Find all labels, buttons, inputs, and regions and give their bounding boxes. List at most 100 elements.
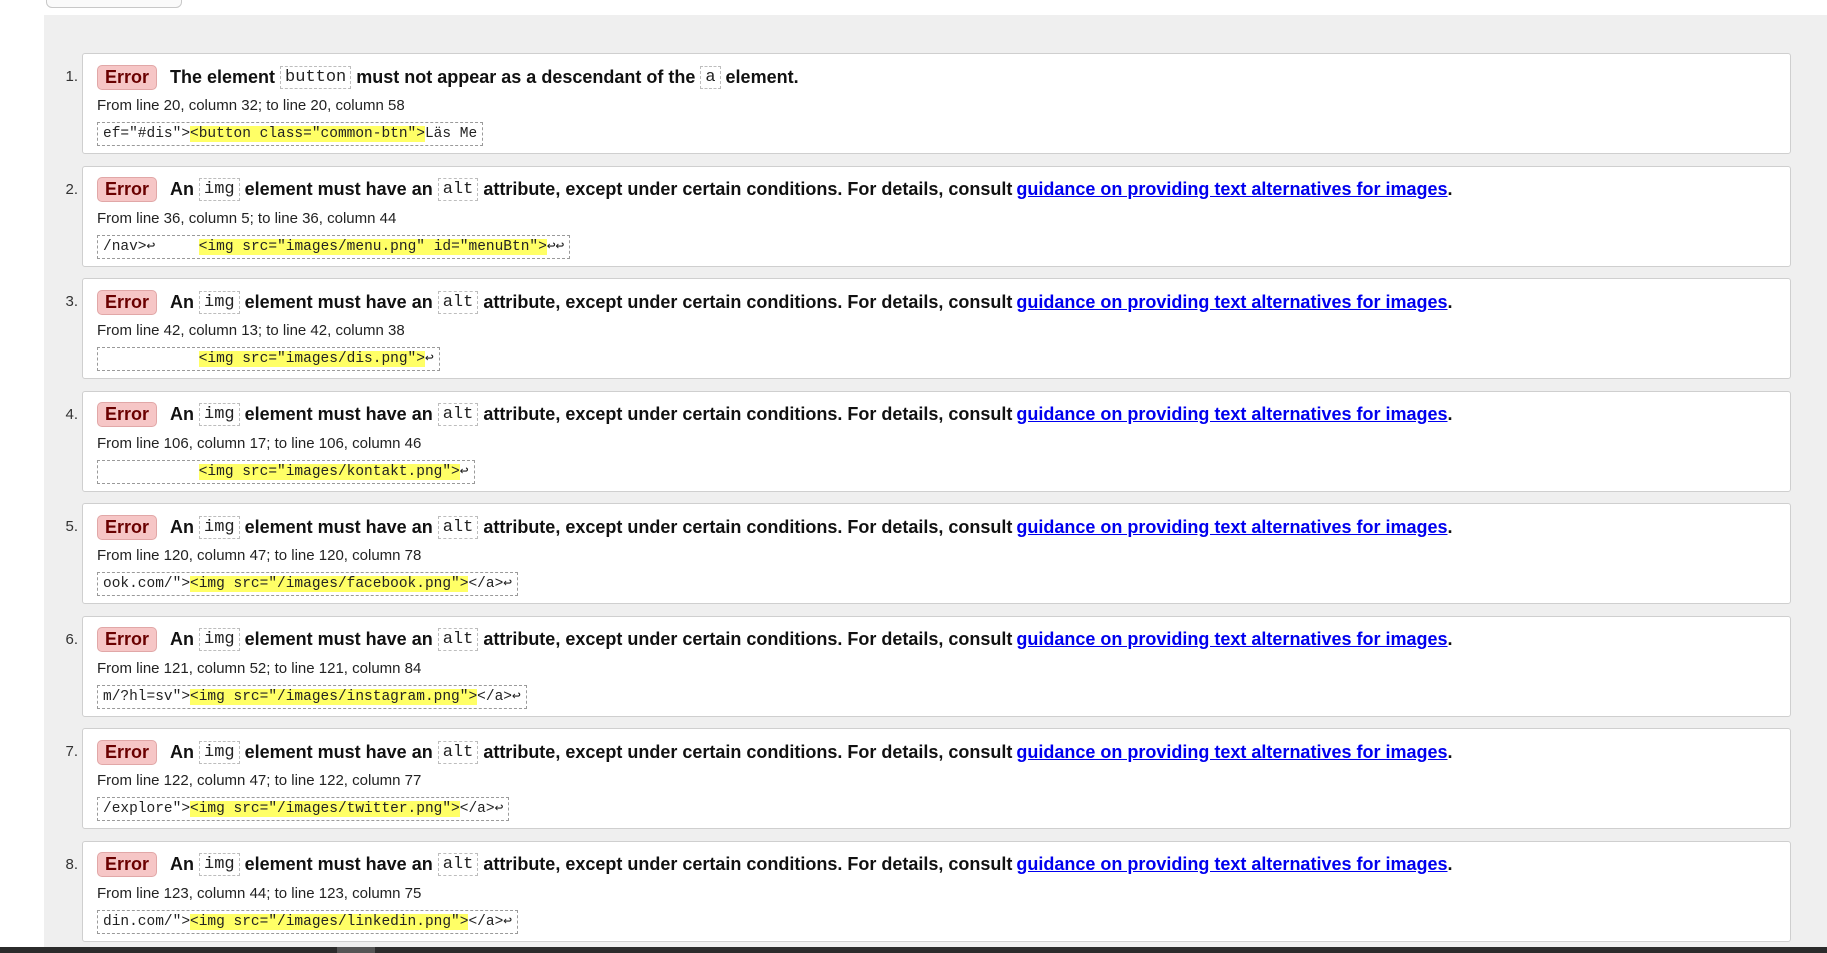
error-heading: Error The element button must not appear a… [97, 64, 799, 90]
message-text: An [170, 854, 195, 874]
error-location: From line 20, column 32; to line 20, col… [97, 97, 405, 114]
element-code: img [199, 403, 240, 426]
code-extract: ef="#dis"><button class="common-btn">Läs… [97, 122, 484, 146]
guidance-link[interactable]: guidance on providing text alternatives … [1016, 179, 1447, 200]
message-period: . [1447, 516, 1453, 537]
error-item: 7. Error An img element must have an alt att… [44, 728, 1794, 841]
code-extract: din.com/"><img src="/images/linkedin.png… [97, 909, 519, 934]
error-location: From line 36, column 5; to line 36, colu… [97, 209, 397, 227]
message-period: . [1447, 629, 1453, 649]
element-code: alt [437, 853, 479, 876]
error-location: From line 120, column 47; to line 120, c… [97, 547, 422, 564]
message-period: . [1447, 854, 1453, 874]
error-item: 4. Error An img element must have an alt att… [44, 390, 1794, 504]
message-text: element must have an [244, 291, 433, 312]
error-message-box: Error The element button must not appear a… [82, 53, 1791, 154]
message-text: element must have an [244, 179, 433, 199]
message-period: . [1447, 291, 1453, 312]
code-extract: /nav>↩ <img src="images/menu.png" id="me… [97, 234, 571, 259]
guidance-link[interactable]: guidance on providing text alternatives … [1016, 742, 1447, 763]
item-number: 1. [65, 68, 78, 85]
code-extract: <img src="images/dis.png">↩ [97, 347, 440, 371]
error-item: 5. Error An img element must have an alt att… [44, 503, 1794, 616]
highlighted-source: <img src="images/dis.png"> [198, 351, 425, 367]
error-location: From line 42, column 13; to line 42, col… [97, 322, 405, 339]
source-context: /explore"> [103, 801, 191, 817]
message-text: attribute, except under certain conditio… [483, 854, 1013, 874]
error-badge: Error [97, 852, 158, 877]
message-period: . [1447, 179, 1453, 199]
error-item: 3. Error An img element must have an alt att… [44, 278, 1794, 391]
item-number: 7. [65, 743, 78, 760]
item-number: 3. [65, 293, 78, 310]
element-code: alt [437, 178, 479, 201]
source-context: </a>↩ [468, 913, 513, 930]
error-message-box: Error An img element must have an alt attrib… [82, 390, 1791, 492]
error-location: From line 106, column 17; to line 106, c… [97, 434, 422, 452]
item-number: 4. [65, 405, 78, 423]
highlighted-source: <img src="/images/instagram.png"> [190, 688, 478, 705]
error-badge: Error [97, 627, 158, 652]
taskbar-strip [0, 947, 1827, 953]
source-context: ef="#dis"> [103, 126, 191, 142]
error-badge: Error [97, 177, 158, 202]
top-button[interactable] [46, 0, 182, 8]
error-badge: Error [97, 289, 158, 315]
message-text: attribute, except under certain conditio… [483, 516, 1013, 537]
guidance-link[interactable]: guidance on providing text alternatives … [1016, 517, 1447, 538]
highlighted-source: <img src="images/menu.png" id="menuBtn"> [198, 238, 547, 255]
element-code: img [199, 740, 240, 764]
message-text: element must have an [244, 404, 433, 424]
error-message-box: Error An img element must have an alt attrib… [82, 278, 1791, 379]
error-item: 6. Error An img element must have an alt att… [44, 615, 1794, 729]
element-code: img [199, 515, 240, 539]
highlighted-source: <img src="/images/twitter.png"> [190, 801, 460, 817]
error-item: 8. Error An img element must have an alt att… [44, 840, 1794, 953]
item-number: 8. [65, 855, 78, 873]
item-number: 2. [65, 180, 78, 198]
error-badge: Error [97, 739, 158, 765]
source-context: ook.com/"> [103, 576, 191, 592]
element-code: img [199, 853, 240, 876]
message-text: An [170, 629, 195, 649]
error-message-box: Error An img element must have an alt attrib… [82, 615, 1791, 717]
source-context: Läs Me [424, 126, 478, 142]
source-context [103, 351, 199, 367]
code-extract: m/?hl=sv"><img src="/images/instagram.pn… [97, 684, 527, 709]
source-context [103, 464, 199, 480]
taskbar-item[interactable] [337, 947, 375, 953]
error-heading: Error An img element must have an alt attrib… [97, 514, 1453, 540]
error-location: From line 122, column 47; to line 122, c… [97, 772, 422, 789]
message-text: attribute, except under certain conditio… [483, 629, 1013, 649]
element-code: alt [437, 290, 479, 314]
message-text: An [170, 516, 195, 537]
guidance-link[interactable]: guidance on providing text alternatives … [1016, 292, 1447, 313]
error-message-box: Error An img element must have an alt attrib… [82, 165, 1791, 267]
source-context: din.com/"> [103, 913, 191, 930]
highlighted-source: <img src="/images/facebook.png"> [190, 576, 469, 592]
message-text: element. [725, 66, 799, 87]
source-context: </a>↩ [468, 576, 513, 592]
code-extract: ook.com/"><img src="/images/facebook.png… [97, 572, 519, 596]
source-context: </a>↩ [477, 688, 521, 705]
guidance-link[interactable]: guidance on providing text alternatives … [1016, 629, 1447, 650]
message-text: element must have an [244, 854, 433, 874]
item-number: 6. [65, 630, 78, 648]
error-item: 1. Error The element button must not appea… [44, 53, 1794, 166]
message-text: element must have an [244, 516, 433, 537]
message-text: An [170, 404, 195, 424]
highlighted-source: <button class="common-btn"> [190, 126, 425, 142]
error-heading: Error An img element must have an alt attrib… [97, 402, 1453, 428]
element-code: img [199, 290, 240, 314]
guidance-link[interactable]: guidance on providing text alternatives … [1016, 404, 1447, 425]
code-extract: <img src="images/kontakt.png">↩ [97, 459, 475, 484]
message-text: attribute, except under certain conditio… [483, 741, 1013, 762]
error-badge: Error [97, 64, 158, 90]
source-context: ↩↩ [546, 238, 565, 255]
element-code: alt [437, 515, 479, 539]
message-text: must not appear as a descendant of the [356, 66, 696, 87]
error-item: 2. Error An img element must have an alt att… [44, 165, 1794, 279]
error-badge: Error [97, 514, 158, 540]
guidance-link[interactable]: guidance on providing text alternatives … [1016, 854, 1447, 875]
message-text: The element [170, 66, 276, 87]
